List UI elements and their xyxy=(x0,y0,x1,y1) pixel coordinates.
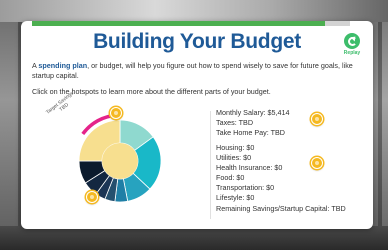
monthly-salary: Monthly Salary: $5,414 xyxy=(216,108,290,117)
replay-button[interactable]: Replay xyxy=(340,33,364,56)
intro-text: A spending plan, or budget, will help yo… xyxy=(32,61,362,80)
transportation: Transportation: $0 xyxy=(216,183,275,192)
budget-card: Building Your Budget Replay A spending p… xyxy=(21,21,373,229)
replay-icon[interactable] xyxy=(344,33,360,49)
pie-svg xyxy=(78,113,162,203)
divider xyxy=(210,111,211,219)
expenses-section: Housing: $0 Utilities: $0 Health Insuran… xyxy=(216,143,282,203)
spending-plan-keyword: spending plan xyxy=(38,61,88,70)
replay-label[interactable]: Replay xyxy=(340,50,364,56)
hotspot-income[interactable] xyxy=(311,113,323,125)
hotspot-pie-chart[interactable] xyxy=(86,191,98,203)
progress-bar xyxy=(32,21,350,26)
hotspot-target-savings[interactable] xyxy=(110,107,122,119)
housing: Housing: $0 xyxy=(216,143,255,152)
lifestyle: Lifestyle: $0 xyxy=(216,193,255,202)
page-title: Building Your Budget xyxy=(93,30,301,53)
budget-pie-chart xyxy=(58,103,198,218)
food: Food: $0 xyxy=(216,173,245,182)
progress-fill xyxy=(32,21,325,26)
background-banner xyxy=(0,0,388,22)
remaining-section: Remaining Savings/Startup Capital: TBD xyxy=(216,204,346,214)
utilities: Utilities: $0 xyxy=(216,153,252,162)
health-insurance: Health Insurance: $0 xyxy=(216,163,283,172)
hotspot-expenses[interactable] xyxy=(311,157,323,169)
pie-center xyxy=(102,143,138,179)
background-street xyxy=(0,226,388,250)
remaining-savings: Remaining Savings/Startup Capital: TBD xyxy=(216,204,346,213)
take-home-pay: Take Home Pay: TBD xyxy=(216,128,285,137)
income-section: Monthly Salary: $5,414 Taxes: TBD Take H… xyxy=(216,108,290,138)
taxes: Taxes: TBD xyxy=(216,118,254,127)
instruction-text: Click on the hotspots to learn more abou… xyxy=(32,87,271,96)
